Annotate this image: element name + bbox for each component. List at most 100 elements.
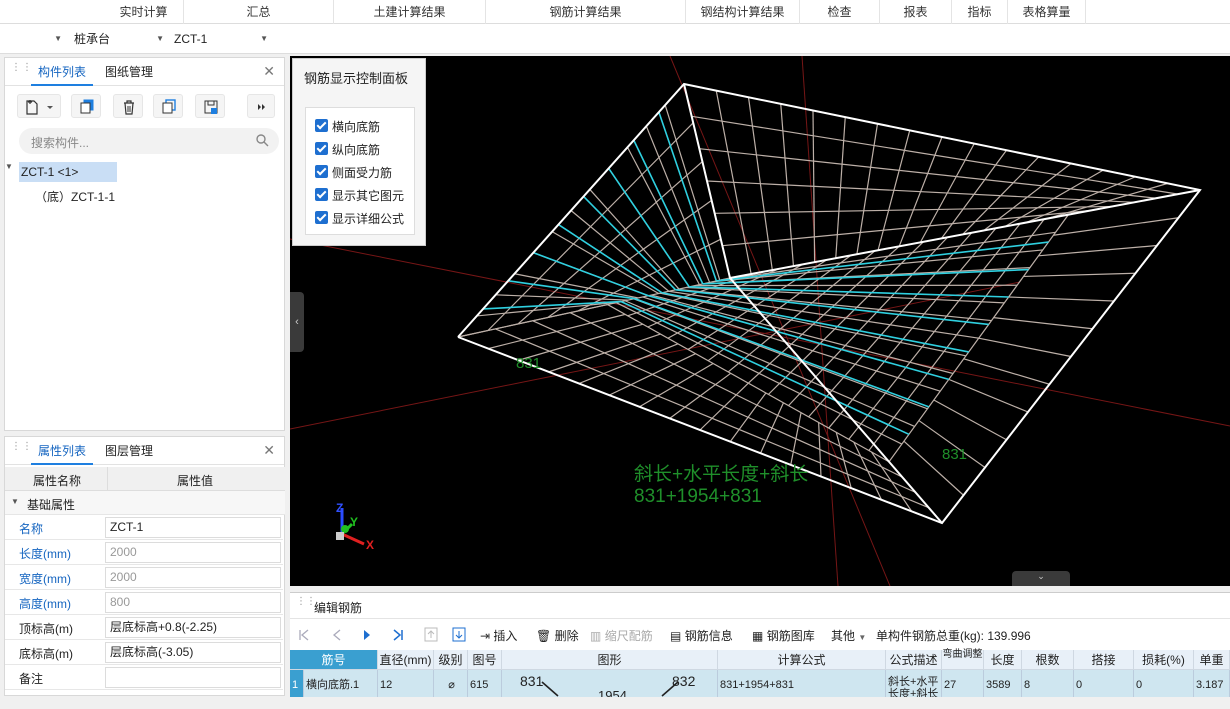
axis-x-label: X [366,538,374,552]
cell-count[interactable]: 8 [1022,670,1074,697]
label-831-right: 831 [942,446,967,463]
copy-component-button[interactable] [71,94,101,118]
drag-handle-icon[interactable]: ⋮⋮ [11,65,19,79]
copy-to-floor-button[interactable] [153,94,183,118]
property-row: 名称ZCT-1 [5,515,283,540]
cell-formula[interactable]: 831+1954+831 [718,670,886,697]
longitudinal-rebar-line [483,302,621,309]
3d-viewport[interactable]: 831 831 斜长+水平长度+斜长 831+1954+831 Z Y X ‹ … [290,56,1230,586]
property-value-top-elevation[interactable]: 层底标高+0.8(-2.25) [105,617,281,638]
edit-rebar-title: 编辑钢筋 [314,599,362,616]
row-navigation-icons [296,628,416,642]
cell-bend-adjust[interactable]: 27 [942,670,984,697]
rebar-library-button[interactable]: ▦ 钢筋图库 [752,627,815,644]
menu-report[interactable]: 报表 [880,0,952,24]
drag-handle-icon[interactable]: ⋮⋮ [296,599,316,604]
tree-node-zct1[interactable]: ZCT-1 <1> [19,162,117,182]
close-icon[interactable]: ✕ [263,442,275,459]
rebar-info-button[interactable]: ▤ 钢筋信息 [670,627,733,644]
menu-realtime-calc[interactable]: 实时计算 [104,0,184,24]
col-unit-weight[interactable]: 单重 [1194,650,1230,670]
property-name: 顶标高(m) [19,620,73,637]
cell-length[interactable]: 3589 [984,670,1022,697]
component-panel-tabs: ⋮⋮ 构件列表 图纸管理 ✕ [5,58,284,86]
control-panel-title: 钢筋显示控制面板 [304,68,408,87]
cell-loss[interactable]: 0 [1134,670,1194,697]
prev-row-icon[interactable] [334,630,340,640]
component-type-dropdown[interactable]: 桩承台▼ [68,28,168,50]
save-component-button[interactable] [195,94,225,118]
move-down-icon[interactable] [452,627,466,642]
cell-shape[interactable]: 8311954832 [502,670,718,697]
col-loss[interactable]: 损耗(%) [1134,650,1194,670]
tab-component-list[interactable]: 构件列表 [31,58,93,86]
component-name-dropdown[interactable]: ZCT-1▼ [168,28,272,50]
menu-check[interactable]: 检查 [800,0,880,24]
col-lap[interactable]: 搭接 [1074,650,1134,670]
cell-grade[interactable]: ⌀ [434,670,468,697]
menu-steel-results[interactable]: 钢结构计算结果 [686,0,800,24]
move-up-icon[interactable] [424,627,438,642]
col-count[interactable]: 根数 [1022,650,1074,670]
floor-dropdown[interactable]: ▼ [0,28,66,50]
property-header: 属性名称 属性值 [5,467,285,491]
collapse-left-panel-button[interactable]: ‹ [290,292,304,352]
insert-button[interactable]: ⇥ 插入 [480,627,517,644]
tree-node-zct1-1[interactable]: （底）ZCT-1-1 [35,188,115,206]
last-row-icon[interactable] [394,630,402,640]
property-value-width[interactable]: 2000 [105,567,281,588]
other-menu-button[interactable]: 其他 ▼ [831,627,866,644]
collapse-bottom-panel-button[interactable]: ⌄ [1012,571,1070,586]
tree-collapse-icon[interactable]: ▼ [5,162,13,171]
property-value-height[interactable]: 800 [105,592,281,613]
cell-bar-no[interactable]: 横向底筋.1 [304,670,378,697]
rebar-mesh-line [722,211,1090,246]
col-length[interactable]: 长度 [984,650,1022,670]
col-fig-no[interactable]: 图号 [468,650,502,670]
rebar-3d-model: 831 831 斜长+水平长度+斜长 831+1954+831 Z Y X [290,56,1230,586]
delete-row-button[interactable]: 🗑 删除 [536,627,579,644]
cell-unit-weight[interactable]: 3.187 [1194,670,1230,697]
menu-summary[interactable]: 汇总 [184,0,334,24]
rebar-info-label: 钢筋信息 [685,629,733,643]
menu-table-quantity[interactable]: 表格算量 [1008,0,1086,24]
tab-property-list[interactable]: 属性列表 [31,437,93,465]
cell-fig-no[interactable]: 615 [468,670,502,697]
menu-civil-results[interactable]: 土建计算结果 [334,0,486,24]
menu-bar: 实时计算 汇总 土建计算结果 钢筋计算结果 钢结构计算结果 检查 报表 指标 表… [0,0,1230,24]
rebar-mesh-line [721,232,1055,280]
col-diameter[interactable]: 直径(mm) [378,650,434,670]
property-value-remark[interactable] [105,667,281,688]
col-formula[interactable]: 计算公式 [718,650,886,670]
col-bend-adjust[interactable]: 弯曲调整 [942,650,984,670]
property-group-basic[interactable]: ▼ 基础属性 [5,491,285,515]
first-row-icon[interactable] [300,630,308,640]
next-row-icon[interactable] [364,630,370,640]
cell-formula-desc[interactable]: 斜长+水平长度+斜长 [886,670,942,697]
row-index[interactable]: 1 [290,670,304,697]
col-shape[interactable]: 图形 [502,650,718,670]
cell-lap[interactable]: 0 [1074,670,1134,697]
property-value-length[interactable]: 2000 [105,542,281,563]
tab-drawing-management[interactable]: 图纸管理 [105,58,153,86]
close-icon[interactable]: ✕ [263,63,275,80]
property-value-bottom-elevation[interactable]: 层底标高(-3.05) [105,642,281,663]
component-search-input[interactable]: 搜索构件... [19,128,279,154]
expand-toolbar-button[interactable] [247,94,275,118]
menu-rebar-results[interactable]: 钢筋计算结果 [486,0,686,24]
tab-layer-management[interactable]: 图层管理 [105,437,153,465]
search-icon[interactable] [255,133,269,147]
col-formula-desc[interactable]: 公式描述 [886,650,942,670]
drag-handle-icon[interactable]: ⋮⋮ [11,444,19,458]
scale-rebar-button[interactable]: ▥ 缩尺配筋 [590,627,653,644]
group-collapse-icon[interactable]: ▼ [11,497,19,506]
col-bar-no[interactable]: 筋号 [290,650,378,670]
menu-index[interactable]: 指标 [952,0,1008,24]
delete-component-button[interactable] [113,94,143,118]
property-row: 备注 [5,665,283,690]
cell-diameter[interactable]: 12 [378,670,434,697]
property-value-name[interactable]: ZCT-1 [105,517,281,538]
col-grade[interactable]: 级别 [434,650,468,670]
axis-gizmo-icon: Z Y X [336,501,374,552]
new-component-button[interactable] [17,94,61,118]
